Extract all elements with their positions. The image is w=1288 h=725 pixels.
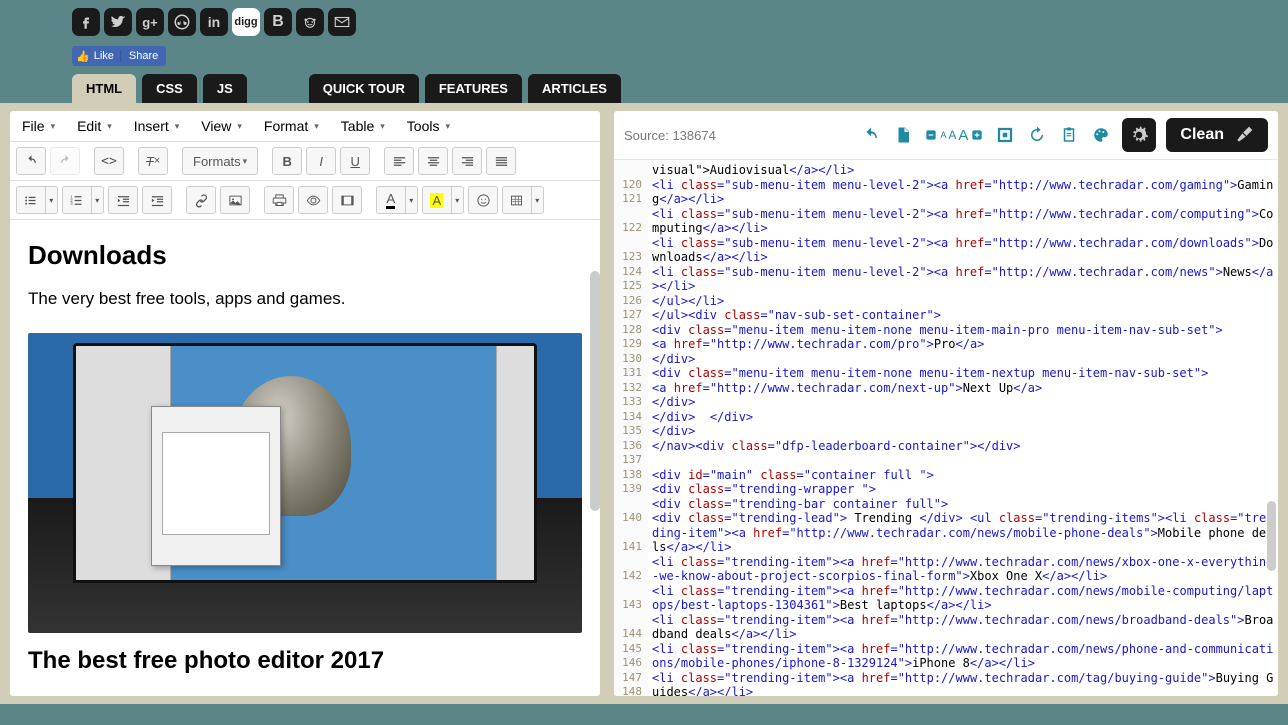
src-compress-button[interactable] [994,124,1016,146]
clean-button[interactable]: Clean [1166,118,1268,152]
font-size-icon: A [940,130,946,140]
editor-toolbar-1: <> T× Formats B I U [10,142,600,181]
content-heading: Downloads [28,240,582,271]
source-header: Source: 138674 AAA Clean [614,111,1278,159]
tab-features[interactable]: FEATURES [425,74,522,103]
table-button[interactable] [502,186,531,214]
src-new-button[interactable] [892,124,914,146]
editor-menubar: File Edit Insert View Format Table Tools [10,111,600,142]
emoticons-button[interactable] [468,186,498,214]
thumb-up-icon: 👍 [72,50,94,63]
src-palette-button[interactable] [1090,124,1112,146]
text-color-button[interactable]: A [376,186,405,214]
src-clipboard-button[interactable] [1058,124,1080,146]
bullet-list-dropdown[interactable]: ▾ [45,186,58,214]
outdent-button[interactable] [108,186,138,214]
fb-share-label: Share [121,50,166,62]
editor-toolbar-2: ▾ 123▾ A▾ A▾ ▾ [10,181,600,220]
redo-button[interactable] [50,147,80,175]
line-gutter: 120121 122 12312412512612712812913013113… [614,160,648,696]
article-image [28,333,582,633]
twitter-icon[interactable] [104,8,132,36]
broom-icon [1234,125,1254,145]
menu-file[interactable]: File [22,118,55,134]
background-color-dropdown[interactable]: ▾ [451,186,464,214]
wysiwyg-editor-panel: File Edit Insert View Format Table Tools… [10,111,600,696]
src-refresh-button[interactable] [1026,124,1048,146]
digg-icon[interactable]: digg [232,8,260,36]
tab-js[interactable]: JS [203,74,247,103]
undo-button[interactable] [16,147,46,175]
svg-text:3: 3 [71,200,74,205]
menu-format[interactable]: Format [264,118,319,134]
menu-table[interactable]: Table [341,118,385,134]
source-scrollbar[interactable] [1267,501,1276,571]
align-center-button[interactable] [418,147,448,175]
menu-edit[interactable]: Edit [77,118,112,134]
underline-button[interactable]: U [340,147,370,175]
article-title: The best free photo editor 2017 [28,647,582,675]
clear-formatting-button[interactable]: T× [138,147,168,175]
image-button[interactable] [220,186,250,214]
font-larger-button[interactable] [970,124,984,146]
font-smaller-button[interactable] [924,124,938,146]
blogger-icon[interactable]: B [264,8,292,36]
formats-dropdown[interactable]: Formats [182,147,258,175]
bullet-list-button[interactable] [16,186,45,214]
clean-label: Clean [1180,126,1224,144]
numbered-list-button[interactable]: 123 [62,186,91,214]
menu-insert[interactable]: Insert [134,118,180,134]
editor-canvas[interactable]: Downloads The very best free tools, apps… [10,220,600,696]
stumbleupon-icon[interactable] [168,8,196,36]
source-panel: Source: 138674 AAA Clean [614,111,1278,696]
align-justify-button[interactable] [486,147,516,175]
link-button[interactable] [186,186,216,214]
source-code-button[interactable]: <> [94,147,124,175]
google-plus-icon[interactable]: g+ [136,8,164,36]
align-right-button[interactable] [452,147,482,175]
facebook-icon[interactable] [72,8,100,36]
print-button[interactable] [264,186,294,214]
linkedin-icon[interactable]: in [200,8,228,36]
settings-button[interactable] [1122,118,1156,152]
tab-html[interactable]: HTML [72,74,136,103]
social-share-row: g+ in digg B [72,8,1216,36]
facebook-like-widget[interactable]: 👍 Like Share [72,46,166,66]
tab-quick-tour[interactable]: QUICK TOUR [309,74,419,103]
font-size-group: AAA [924,124,984,146]
fb-like-label: Like [94,50,121,62]
main-tabs: HTML CSS JS QUICK TOUR FEATURES ARTICLES [72,74,1216,103]
reddit-icon[interactable] [296,8,324,36]
background-color-button[interactable]: A [422,186,451,214]
text-color-dropdown[interactable]: ▾ [405,186,418,214]
tab-css[interactable]: CSS [142,74,197,103]
editor-scrollbar[interactable] [590,271,600,511]
content-intro: The very best free tools, apps and games… [28,289,582,309]
workspace: File Edit Insert View Format Table Tools… [0,103,1288,704]
source-label: Source: 138674 [624,128,716,143]
tab-articles[interactable]: ARTICLES [528,74,621,103]
italic-button[interactable]: I [306,147,336,175]
preview-button[interactable] [298,186,328,214]
bold-button[interactable]: B [272,147,302,175]
indent-button[interactable] [142,186,172,214]
src-undo-button[interactable] [860,124,882,146]
table-dropdown[interactable]: ▾ [531,186,544,214]
media-button[interactable] [332,186,362,214]
menu-view[interactable]: View [201,118,242,134]
email-icon[interactable] [328,8,356,36]
align-left-button[interactable] [384,147,414,175]
numbered-list-dropdown[interactable]: ▾ [91,186,104,214]
source-code-area[interactable]: 120121 122 12312412512612712812913013113… [614,159,1278,696]
menu-tools[interactable]: Tools [407,118,450,134]
